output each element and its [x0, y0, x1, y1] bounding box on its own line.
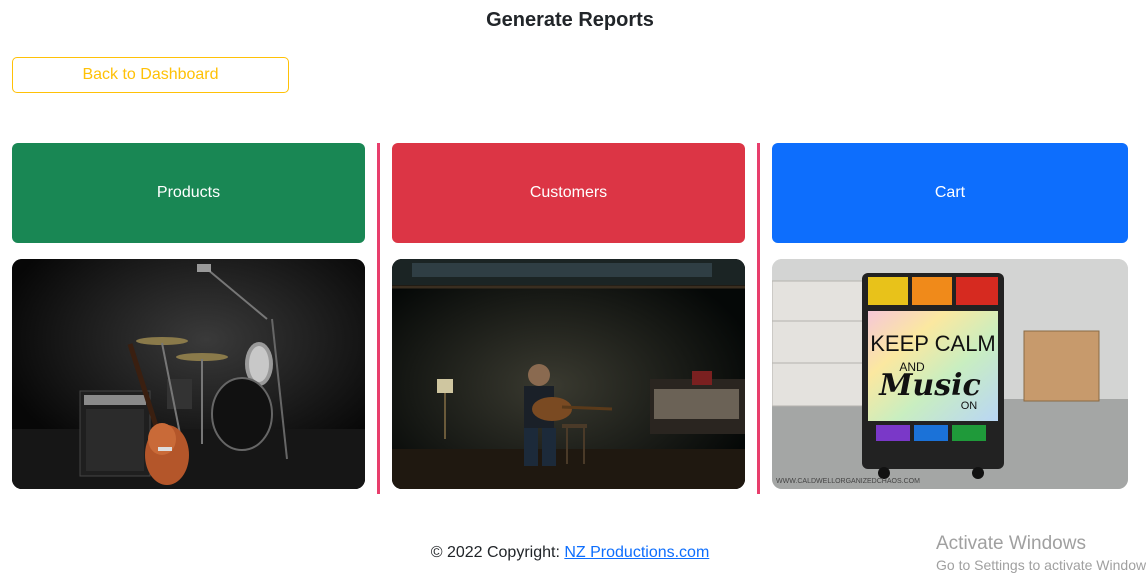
copyright-text: © 2022 Copyright: [430, 544, 565, 561]
cart-button[interactable]: Cart [772, 143, 1128, 243]
cart-image[interactable]: KEEP CALM AND Music ON WWW.CALDWELLORGAN… [772, 259, 1128, 489]
watermark-title: Activate Windows [936, 533, 1086, 554]
divider [377, 143, 380, 494]
watermark-subtitle: Go to Settings to activate Windows. [936, 557, 1146, 573]
music-studio-illustration [12, 259, 365, 489]
cart-sign-line3: Music [878, 368, 981, 403]
cart-sign-line1: KEEP CALM [870, 331, 996, 356]
customers-image[interactable] [392, 259, 745, 489]
cart-sign-line4: ON [961, 400, 978, 412]
cart-image-caption: WWW.CALDWELLORGANIZEDCHAOS.COM [776, 478, 920, 485]
back-to-dashboard-button[interactable]: Back to Dashboard [12, 57, 289, 93]
music-cart-illustration: KEEP CALM AND Music ON WWW.CALDWELLORGAN… [772, 259, 1128, 489]
customers-button[interactable]: Customers [392, 143, 745, 243]
nz-productions-link[interactable]: NZ Productions.com [564, 544, 709, 561]
page-title: Generate Reports [486, 9, 654, 31]
products-image[interactable] [12, 259, 365, 489]
activate-windows-watermark: Activate Windows Go to Settings to activ… [936, 533, 1146, 573]
products-button[interactable]: Products [12, 143, 365, 243]
divider [757, 143, 760, 494]
guitarist-attic-illustration [392, 259, 745, 489]
